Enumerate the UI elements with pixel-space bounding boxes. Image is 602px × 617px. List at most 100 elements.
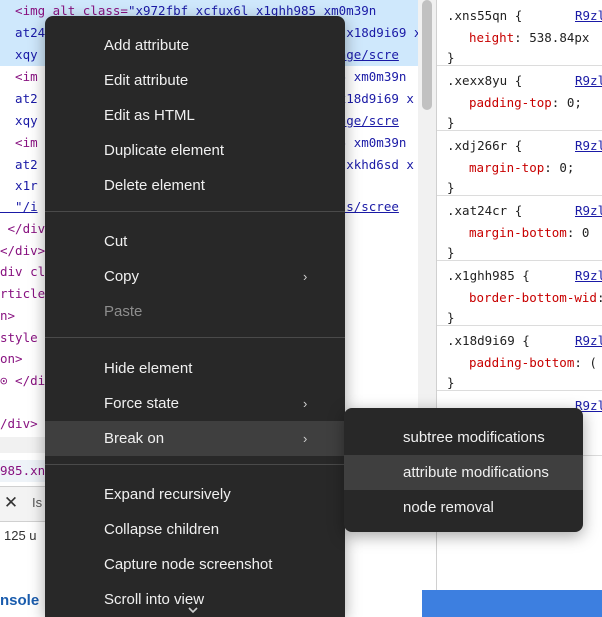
menu-item-delete-element[interactable]: Delete element: [45, 168, 345, 203]
elements-scrollbar-thumb[interactable]: [422, 0, 432, 110]
css-property-name[interactable]: margin-bottom: [469, 225, 567, 240]
dom-token: </div>: [0, 243, 46, 258]
dom-token: xkhd6sd x: [338, 157, 414, 172]
breadcrumb-item[interactable]: 985.xn: [0, 463, 45, 478]
dom-token: on>: [0, 351, 23, 366]
dom-token: "/i: [0, 199, 38, 214]
submenu-item-subtree-modifications[interactable]: subtree modifications: [344, 420, 583, 455]
css-declaration[interactable]: height: 538.84px: [469, 30, 589, 45]
css-property-name[interactable]: border-bottom-wid: [469, 290, 597, 305]
menu-item-capture-node-screenshot[interactable]: Capture node screenshot: [45, 547, 345, 582]
menu-item-label: Force state: [104, 395, 180, 412]
drawer-tab-issues[interactable]: Is: [32, 495, 42, 510]
dom-token: <im: [0, 135, 38, 150]
css-property-name[interactable]: padding-top: [469, 95, 552, 110]
dom-token: at24: [0, 25, 46, 40]
dom-token: x18d9i69 x: [346, 25, 418, 40]
menu-item-edit-as-html[interactable]: Edit as HTML: [45, 98, 345, 133]
console-heading: nsole: [0, 592, 40, 609]
menu-item-paste: Paste: [45, 294, 345, 329]
menu-item-collapse-children[interactable]: Collapse children: [45, 512, 345, 547]
css-rule-close-brace: }: [447, 375, 455, 390]
css-declaration[interactable]: padding-bottom: (: [469, 355, 597, 370]
menu-item-label: Add attribute: [104, 37, 190, 54]
menu-item-label: Capture node screenshot: [104, 556, 273, 573]
menu-item-hide-element[interactable]: Hide element: [45, 351, 345, 386]
menu-item-expand-recursively[interactable]: Expand recursively: [45, 477, 345, 512]
css-rule[interactable]: .xns55qn { R9zl height: 538.84px}: [437, 0, 602, 66]
break-on-submenu: subtree modifications attribute modificat…: [344, 408, 583, 532]
menu-item-label: Delete element: [104, 177, 205, 194]
css-selector: .xns55qn {: [447, 8, 523, 23]
css-property-value[interactable]: 0: [582, 225, 590, 240]
submenu-item-node-removal[interactable]: node removal: [344, 490, 583, 525]
menu-item-label: Edit as HTML: [104, 107, 195, 124]
dom-token: div cl: [0, 264, 46, 279]
css-declaration[interactable]: margin-bottom: 0: [469, 225, 589, 240]
css-declaration[interactable]: border-bottom-wid:: [469, 290, 602, 305]
dom-token: xqy: [0, 113, 38, 128]
close-icon[interactable]: ✕: [2, 493, 20, 513]
css-property-value[interactable]: (: [589, 355, 597, 370]
menu-item-label: Collapse children: [104, 521, 220, 538]
css-rule[interactable]: .x18d9i69 { R9zl padding-bottom: (}: [437, 325, 602, 391]
menu-item-add-attribute[interactable]: Add attribute: [45, 28, 345, 63]
menu-item-duplicate-element[interactable]: Duplicate element: [45, 133, 345, 168]
menu-item-label: Scroll into view: [104, 591, 205, 608]
css-property-name[interactable]: margin-top: [469, 160, 544, 175]
menu-item-force-state[interactable]: Force state ›: [45, 386, 345, 421]
menu-item-copy[interactable]: Copy ›: [45, 259, 345, 294]
css-rule[interactable]: .xdj266r { R9zlmargin-top: 0;}: [437, 130, 602, 196]
css-property-value[interactable]: 0;: [567, 95, 582, 110]
chevron-right-icon: ›: [303, 396, 308, 411]
issue-count: 125 u: [4, 528, 37, 543]
menu-item-label: Paste: [104, 303, 143, 320]
css-source-link[interactable]: R9zl: [575, 73, 602, 88]
dom-token: rticle: [0, 286, 46, 301]
menu-item-cut[interactable]: Cut: [45, 224, 345, 259]
menu-separator: [45, 464, 345, 465]
dom-token: n>: [0, 308, 16, 323]
submenu-item-attribute-modifications[interactable]: attribute modifications: [344, 455, 583, 490]
menu-item-label: Duplicate element: [104, 142, 225, 159]
submenu-item-label: node removal: [403, 499, 494, 516]
css-selector: .xat24cr {: [447, 203, 523, 218]
dom-token: xqy: [0, 47, 38, 62]
elements-vertical-scrollbar[interactable]: [418, 0, 436, 437]
css-rule-close-brace: }: [447, 115, 455, 130]
chevron-right-icon: ›: [303, 431, 308, 446]
dom-token: x18d9i69 x: [338, 91, 414, 106]
menu-item-break-on[interactable]: Break on ›: [45, 421, 345, 456]
context-menu: Add attribute Edit attribute Edit as HTML D…: [45, 16, 345, 617]
menu-item-label: Expand recursively: [104, 486, 231, 503]
css-rule[interactable]: .xexx8yu {R9zl padding-top: 0;}: [437, 65, 602, 131]
menu-item-edit-attribute[interactable]: Edit attribute: [45, 63, 345, 98]
css-rule-close-brace: }: [447, 180, 455, 195]
css-source-link[interactable]: R9zl: [575, 138, 602, 153]
page-image: [422, 590, 602, 617]
menu-item-label: Hide element: [104, 360, 193, 377]
css-selector: .x18d9i69 {: [447, 333, 530, 348]
menu-item-label: Copy: [104, 268, 140, 285]
menu-item-label: Edit attribute: [104, 72, 189, 89]
css-source-link[interactable]: R9zl: [575, 268, 602, 283]
css-source-link[interactable]: R9zl: [575, 333, 602, 348]
css-selector: .xdj266r {: [447, 138, 523, 153]
css-property-value[interactable]: 0;: [559, 160, 574, 175]
submenu-item-label: subtree modifications: [403, 429, 545, 446]
css-property-name[interactable]: height: [469, 30, 514, 45]
menu-item-scroll-into-view[interactable]: Scroll into view: [45, 582, 345, 617]
css-source-link[interactable]: R9zl: [575, 203, 602, 218]
css-rule[interactable]: .x1ghh985 {R9zl border-bottom-wid: }: [437, 260, 602, 326]
css-declaration[interactable]: margin-top: 0;: [469, 160, 574, 175]
dom-token: at2: [0, 91, 38, 106]
css-property-value[interactable]: 538.84px: [529, 30, 589, 45]
menu-item-label: Break on: [104, 430, 165, 447]
css-property-name[interactable]: padding-bottom: [469, 355, 574, 370]
css-source-link[interactable]: R9zl: [575, 8, 602, 23]
menu-separator: [45, 211, 345, 212]
dom-token: </div: [0, 221, 46, 236]
css-declaration[interactable]: padding-top: 0;: [469, 95, 582, 110]
css-rule-close-brace: }: [447, 50, 455, 65]
css-rule[interactable]: .xat24cr {R9zl margin-bottom: 0}: [437, 195, 602, 261]
